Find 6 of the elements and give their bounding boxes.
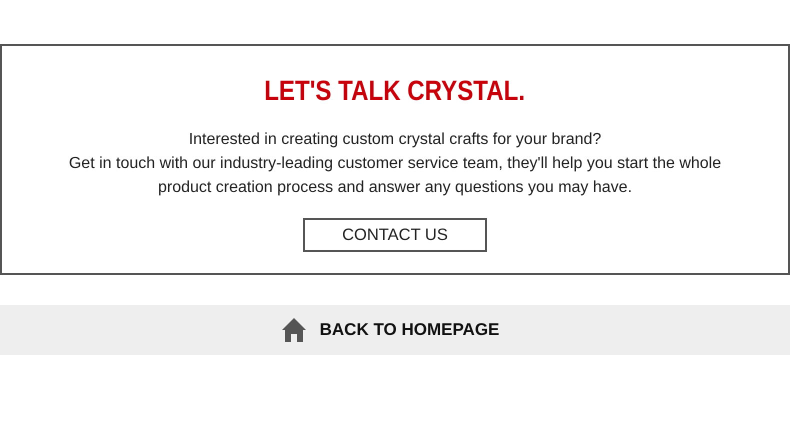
panel-title: LET'S TALK CRYSTAL. bbox=[264, 74, 526, 108]
contact-button[interactable]: CONTACT US bbox=[303, 218, 487, 252]
intro-text: Get in touch with our industry-leading customer service team, they'll help you start the whole product creation process and answer any questions you may have. bbox=[68, 154, 722, 198]
back-to-homepage-link[interactable]: BACK TO HOMEPAGE bbox=[0, 305, 790, 355]
home-icon bbox=[280, 317, 307, 343]
intro-text: Interested in creating custom crystal crafts for your brand? bbox=[188, 130, 602, 150]
